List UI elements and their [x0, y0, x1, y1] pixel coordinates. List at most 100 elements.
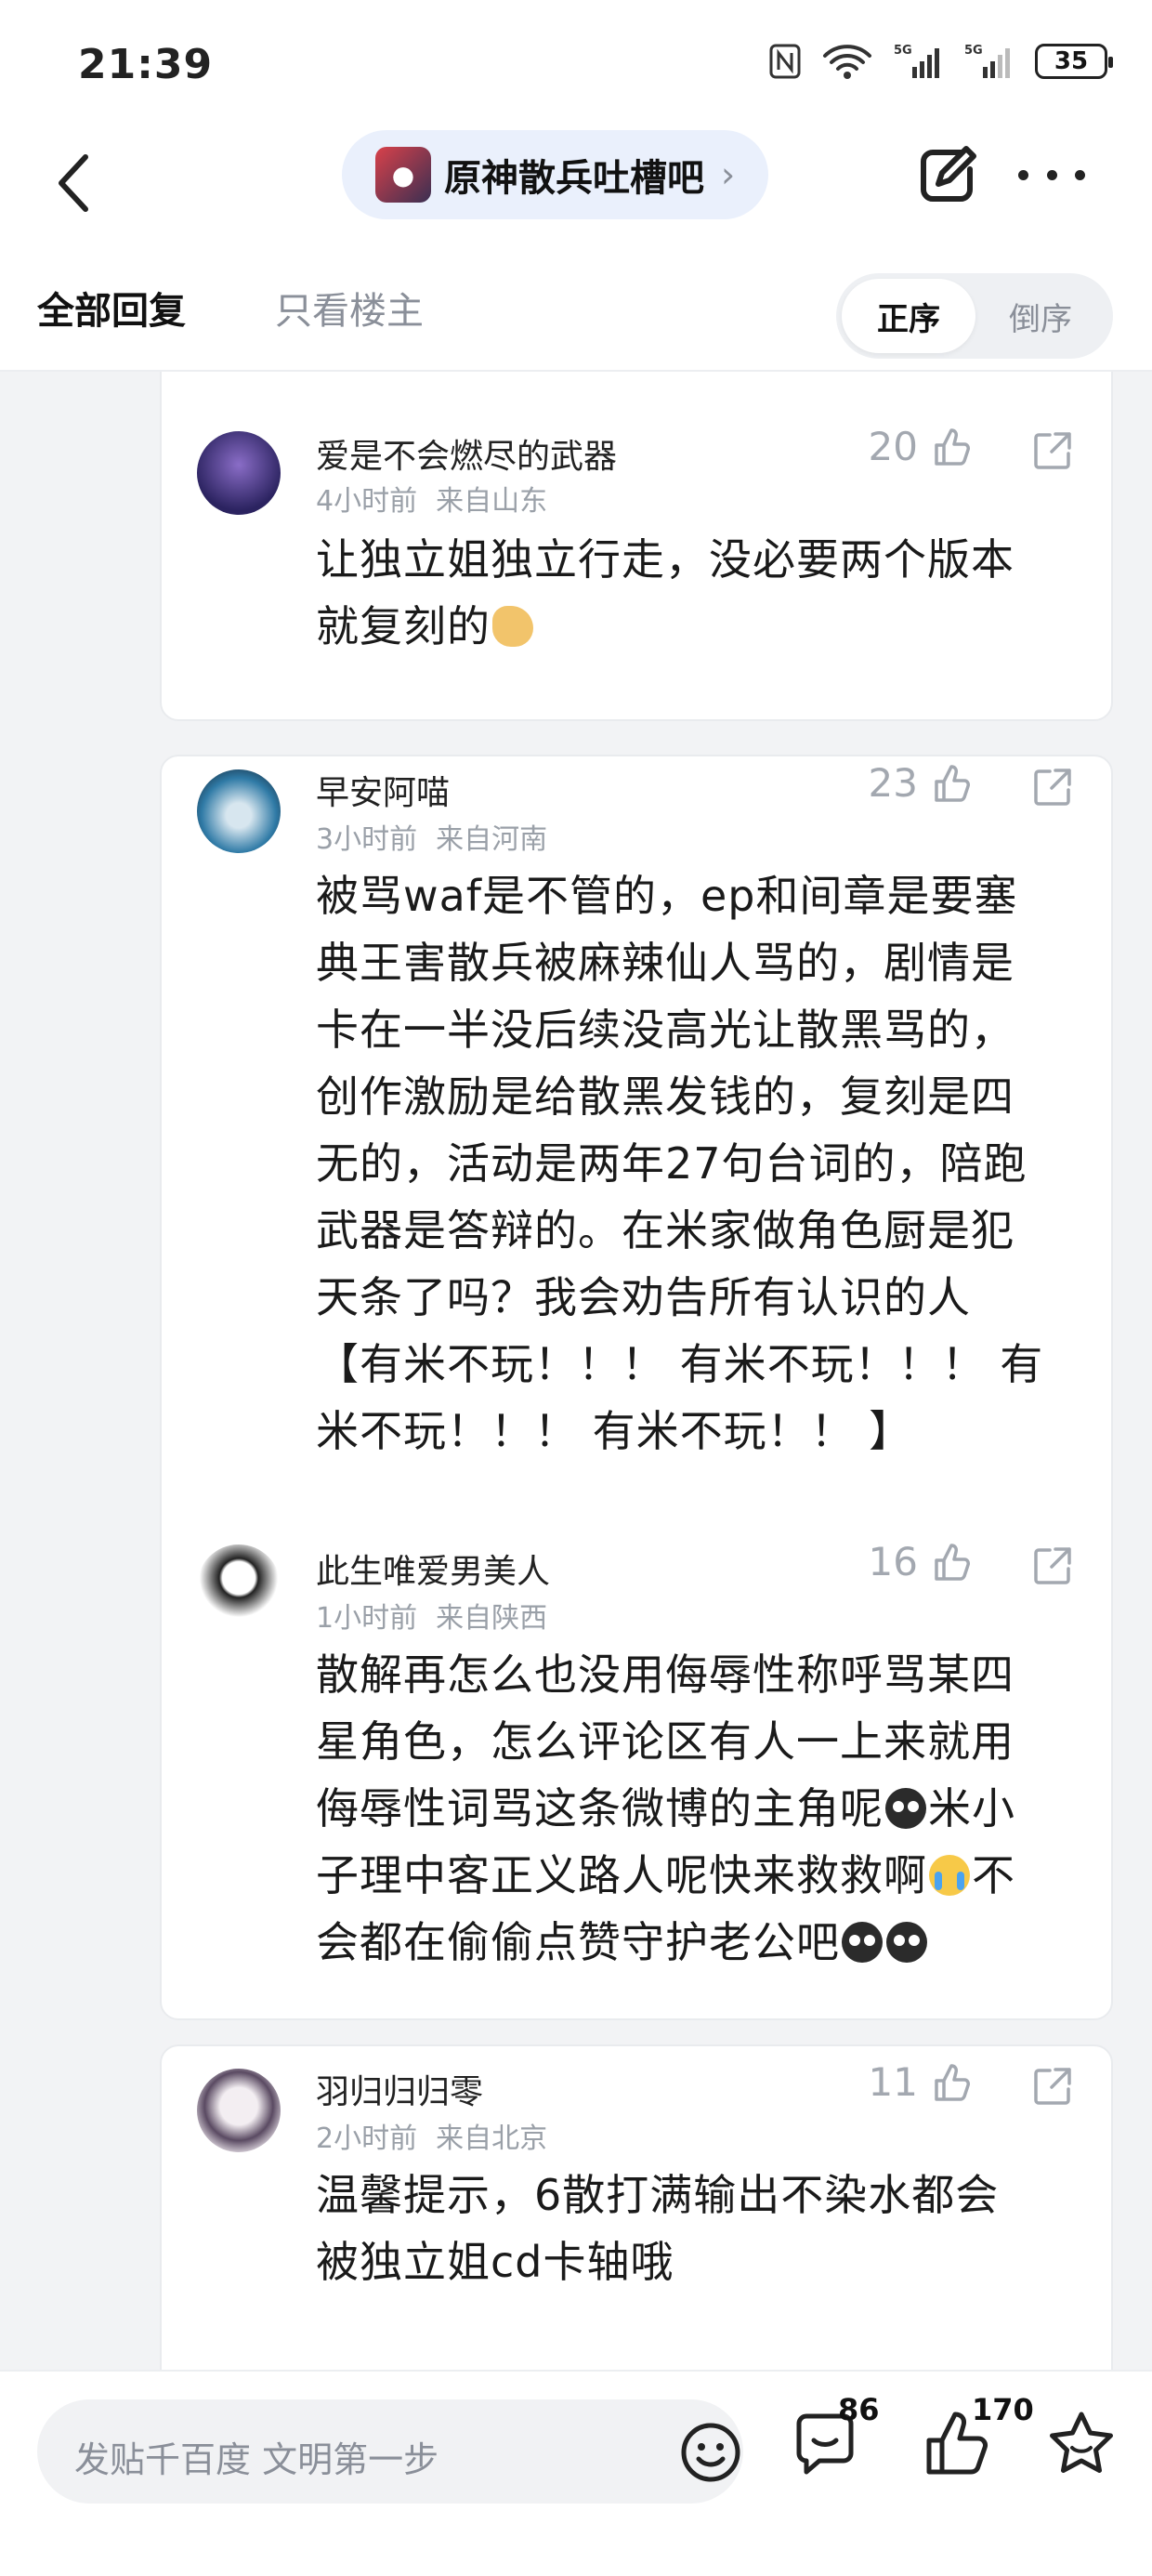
comment-meta: 3小时前 来自河南: [316, 816, 547, 857]
comment-line: 典王害散兵被麻辣仙人骂的，剧情是: [316, 938, 1015, 988]
chevron-right-icon: ›: [721, 154, 736, 195]
like-count: 170: [972, 2392, 1034, 2427]
wifi-icon: [823, 45, 871, 79]
dark-face-emoji-icon: [842, 1922, 883, 1963]
order-toggle: 正序 倒序: [836, 273, 1113, 359]
avatar[interactable]: [197, 1544, 281, 1628]
comment-line: 被骂waf是不管的，ep和间章是要塞: [316, 871, 1018, 921]
thumb-up-icon: [935, 764, 970, 802]
status-icons: 5G 5G 35: [769, 43, 1113, 80]
comment-time: 2小时前: [316, 2123, 418, 2155]
share-icon[interactable]: [1031, 766, 1074, 808]
nfc-icon: [769, 44, 801, 79]
like-button[interactable]: 16: [869, 1539, 972, 1584]
comment-username[interactable]: 爱是不会燃尽的武器: [316, 429, 617, 478]
post-input[interactable]: 发贴千百度 文明第一步: [37, 2399, 743, 2504]
avatar[interactable]: [197, 431, 281, 515]
more-button[interactable]: [1018, 164, 1085, 186]
like-count: 23: [868, 760, 918, 806]
like-count: 16: [868, 1539, 918, 1584]
comment-time: 1小时前: [316, 1602, 418, 1635]
thumb-up-icon: [935, 2063, 970, 2101]
like-button[interactable]: 11: [869, 2059, 972, 2105]
share-icon[interactable]: [1031, 1544, 1074, 1587]
forum-avatar: ●: [375, 147, 431, 203]
comment-username[interactable]: 此生唯爱男美人: [316, 1544, 550, 1593]
comment-location: 来自陕西: [436, 1602, 548, 1635]
reply-feed: 爱是不会燃尽的武器 4小时前 来自山东 20 让独立姐独立行走，没必要两个版本 就…: [0, 372, 1152, 2370]
more-icon: [1018, 169, 1028, 180]
comment-line: 星角色，怎么评论区有人一上来就用: [316, 1716, 1015, 1767]
share-icon[interactable]: [1031, 429, 1074, 472]
reply-tabs: 全部回复 只看楼主 正序 倒序: [0, 251, 1152, 372]
reply-card: 早安阿喵 3小时前 来自河南 23 被骂waf是不管的，ep和间章是要塞 典王害散…: [160, 755, 1113, 2020]
edit-icon[interactable]: [914, 143, 979, 208]
comment-meta: 2小时前 来自北京: [316, 2115, 547, 2156]
share-icon[interactable]: [1031, 2065, 1074, 2108]
bottom-bar: 发贴千百度 文明第一步 86 170: [0, 2370, 1152, 2576]
comment-time: 3小时前: [316, 823, 418, 856]
more-icon: [1046, 169, 1057, 180]
star-icon[interactable]: [1044, 2407, 1119, 2481]
more-icon: [1075, 169, 1085, 180]
like-button[interactable]: 20: [869, 424, 972, 469]
comment-location: 来自河南: [436, 823, 548, 856]
avatar[interactable]: [197, 769, 281, 853]
comment-username[interactable]: 早安阿喵: [316, 766, 450, 814]
thumb-up-icon: [935, 1543, 970, 1581]
back-button[interactable]: [46, 141, 102, 225]
comment-line: 无的，活动是两年27句台词的，陪跑: [316, 1138, 1028, 1189]
comment-line: 温馨提示，6散打满输出不染水都会: [316, 2170, 1000, 2220]
crying-emoji-icon: [929, 1855, 970, 1896]
order-asc-button[interactable]: 正序: [842, 279, 975, 353]
dark-face-emoji-icon: [886, 1922, 927, 1963]
svg-text:5G: 5G: [964, 44, 983, 58]
emoji-icon[interactable]: [678, 2420, 743, 2485]
order-desc-button[interactable]: 倒序: [974, 279, 1107, 353]
like-count: 20: [868, 424, 918, 469]
battery-indicator: 35: [1035, 44, 1113, 79]
tab-owner-only[interactable]: 只看楼主: [275, 281, 424, 335]
svg-text:5G: 5G: [894, 44, 912, 58]
status-time: 21:39: [78, 41, 214, 88]
reply-card: 羽归归归零 2小时前 来自北京 11 温馨提示，6散打满输出不染水都会 被独立姐c…: [160, 2044, 1113, 2370]
clap-emoji-icon: [492, 606, 533, 647]
comment-line: 散解再怎么也没用侮辱性称呼骂某四: [316, 1649, 1015, 1700]
comment-line: 被独立姐cd卡轴哦: [316, 2237, 674, 2287]
comment-line: 侮辱性词骂这条微博的主角呢 米小: [316, 1783, 1015, 1833]
comment-text: 温馨提示，6散打满输出不染水都会 被独立姐cd卡轴哦: [316, 2162, 1078, 2295]
comment-line: 创作激励是给散黑发钱的，复刻是四: [316, 1071, 1015, 1122]
comment-location: 来自山东: [436, 485, 548, 518]
comment-line: 卡在一半没后续没高光让散黑骂的，: [316, 1005, 1015, 1055]
forum-chip[interactable]: ● 原神散兵吐槽吧 ›: [342, 130, 769, 219]
comment-meta: 4小时前 来自山东: [316, 478, 547, 519]
comment-time: 4小时前: [316, 485, 418, 518]
reply-card: 爱是不会燃尽的武器 4小时前 来自山东 20 让独立姐独立行走，没必要两个版本 就…: [160, 372, 1113, 721]
comment-meta: 1小时前 来自陕西: [316, 1595, 547, 1636]
comment-line: 就复刻的: [316, 593, 1078, 660]
back-icon: [59, 154, 88, 212]
comment-line: 武器是答辩的。在米家做角色厨是犯: [316, 1205, 1015, 1255]
like-count: 11: [868, 2059, 918, 2105]
comment-count: 86: [838, 2392, 880, 2427]
avatar[interactable]: [197, 2069, 281, 2152]
forum-name: 原神散兵吐槽吧: [444, 157, 704, 200]
comment-line: 子理中客正义路人呢快来救救啊不: [316, 1850, 1015, 1900]
signal-icon: 5G: [894, 44, 939, 78]
comment-line: 会都在偷偷点赞守护老公吧: [316, 1909, 1078, 1976]
tab-all-replies[interactable]: 全部回复: [37, 281, 186, 335]
comment-line: 让独立姐独立行走，没必要两个版本: [316, 534, 1015, 585]
comment-text: 被骂waf是不管的，ep和间章是要塞 典王害散兵被麻辣仙人骂的，剧情是 卡在一半…: [316, 862, 1078, 1465]
post-input-placeholder: 发贴千百度 文明第一步: [74, 2439, 439, 2480]
comment-location: 来自北京: [436, 2123, 548, 2155]
comment-text: 让独立姐独立行走，没必要两个版本 就复刻的: [316, 526, 1078, 660]
comment-username[interactable]: 羽归归归零: [316, 2065, 483, 2113]
dark-face-emoji-icon: [885, 1788, 926, 1829]
like-button[interactable]: 23: [869, 760, 972, 806]
comment-text: 散解再怎么也没用侮辱性称呼骂某四 星角色，怎么评论区有人一上来就用 侮辱性词骂这…: [316, 1641, 1078, 1976]
signal-icon: 5G: [964, 44, 1010, 78]
comment-line: 米不玩！！！ 有米不玩！！ 】: [316, 1406, 913, 1456]
thumb-up-icon: [935, 427, 970, 466]
comment-line: 【有米不玩！！！ 有米不玩！！！ 有: [316, 1339, 1044, 1389]
comment-line: 天条了吗？我会劝告所有认识的人: [316, 1272, 971, 1322]
